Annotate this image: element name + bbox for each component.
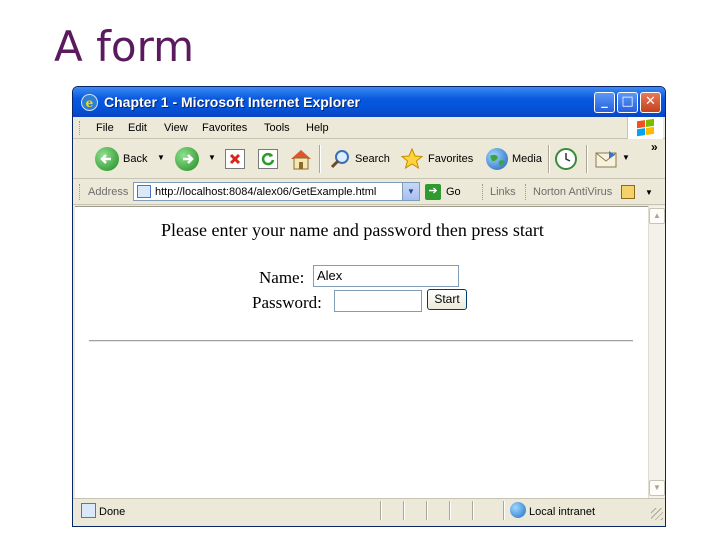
address-url[interactable]: http://localhost:8084/alex06/GetExample.…: [155, 186, 376, 198]
forward-button[interactable]: [175, 146, 199, 172]
go-label: Go: [446, 186, 461, 198]
stop-icon: [225, 149, 245, 169]
password-input[interactable]: [334, 290, 422, 312]
status-text: Done: [99, 506, 126, 518]
scroll-up-button[interactable]: ▲: [649, 208, 665, 224]
menu-edit[interactable]: Edit: [128, 122, 147, 134]
windows-logo-icon: [627, 117, 663, 139]
name-label: Name:: [259, 268, 305, 287]
norton-antivirus-button[interactable]: Norton AntiVirus: [533, 186, 612, 198]
status-bar: Done Local intranet: [73, 498, 665, 522]
toolbar-separator: [319, 145, 321, 173]
resize-grip[interactable]: [651, 508, 663, 520]
address-bar: Address http://localhost:8084/alex06/Get…: [73, 179, 665, 205]
mail-button[interactable]: [595, 146, 619, 172]
stop-button[interactable]: [225, 146, 245, 172]
password-label: Password:: [252, 293, 322, 312]
menu-favorites[interactable]: Favorites: [202, 122, 247, 134]
toolbar-grip[interactable]: [525, 184, 528, 200]
mail-dropdown-icon[interactable]: ▼: [622, 153, 630, 162]
home-icon: [289, 148, 313, 170]
toolbar-grip[interactable]: [79, 121, 82, 135]
toolbar-separator: [586, 145, 588, 173]
favorites-button[interactable]: Favorites: [400, 146, 473, 172]
status-divider: [503, 501, 505, 520]
status-divider: [472, 501, 474, 520]
search-label: Search: [355, 153, 390, 165]
back-button[interactable]: Back: [95, 146, 147, 172]
links-button[interactable]: Links: [490, 186, 516, 198]
back-dropdown-icon[interactable]: ▼: [157, 153, 165, 162]
search-button[interactable]: Search: [329, 146, 390, 172]
security-zone-text: Local intranet: [529, 506, 596, 518]
search-icon: [329, 148, 351, 170]
media-button[interactable]: Media: [486, 146, 542, 172]
refresh-button[interactable]: [258, 146, 278, 172]
horizontal-rule: [89, 340, 633, 342]
mail-envelope-icon: [595, 149, 619, 169]
address-label: Address: [88, 186, 129, 198]
name-input[interactable]: Alex: [313, 265, 459, 287]
status-divider: [403, 501, 405, 520]
status-divider: [380, 501, 382, 520]
menu-help[interactable]: Help: [306, 122, 329, 134]
media-label: Media: [512, 153, 542, 165]
slide-title: A form: [54, 22, 195, 71]
norton-icon[interactable]: [621, 185, 635, 199]
start-button[interactable]: Start: [427, 289, 467, 310]
standard-toolbar: Back ▼ ▼ Search Favorites Media ▼ »: [73, 139, 665, 179]
menu-bar: File Edit View Favorites Tools Help: [73, 117, 665, 139]
menu-file[interactable]: File: [96, 122, 114, 134]
refresh-icon: [258, 149, 278, 169]
internet-explorer-icon[interactable]: e: [81, 94, 98, 111]
toolbar-grip[interactable]: [79, 184, 82, 200]
address-dropdown-button[interactable]: ▼: [402, 183, 419, 200]
status-divider: [426, 501, 428, 520]
back-arrow-icon: [95, 147, 119, 171]
toolbar-separator: [548, 145, 550, 173]
address-input[interactable]: http://localhost:8084/alex06/GetExample.…: [133, 182, 420, 201]
menu-view[interactable]: View: [164, 122, 188, 134]
favorites-label: Favorites: [428, 153, 474, 165]
forward-dropdown-icon[interactable]: ▼: [208, 153, 216, 162]
maximize-button[interactable]: □: [617, 92, 638, 113]
go-button[interactable]: ➔ Go: [425, 184, 461, 200]
status-divider: [449, 501, 451, 520]
form-instructions: Please enter your name and password then…: [161, 220, 544, 240]
toolbar-grip[interactable]: [482, 184, 485, 200]
media-globe-icon: [486, 148, 508, 170]
close-button[interactable]: ✕: [640, 92, 661, 113]
browser-window: e Chapter 1 - Microsoft Internet Explore…: [72, 86, 666, 527]
back-label: Back: [123, 153, 148, 165]
intranet-globe-icon: [510, 502, 526, 518]
scroll-down-button[interactable]: ▼: [649, 480, 665, 496]
go-arrow-icon: ➔: [425, 184, 441, 200]
menu-tools[interactable]: Tools: [264, 122, 290, 134]
page-done-icon: [81, 503, 96, 518]
title-bar[interactable]: e Chapter 1 - Microsoft Internet Explore…: [73, 87, 665, 117]
forward-arrow-icon: [175, 147, 199, 171]
page-content: Please enter your name and password then…: [75, 206, 648, 498]
toolbar-overflow-chevron[interactable]: »: [651, 140, 658, 154]
favorites-star-icon: [400, 147, 424, 171]
history-clock-icon: [555, 148, 577, 170]
window-title: Chapter 1 - Microsoft Internet Explorer: [104, 94, 360, 110]
norton-dropdown-icon[interactable]: ▼: [645, 188, 653, 197]
home-button[interactable]: [289, 146, 313, 172]
page-icon: [137, 185, 151, 198]
history-button[interactable]: [555, 146, 577, 172]
vertical-scrollbar[interactable]: ▲ ▼: [648, 206, 665, 498]
minimize-button[interactable]: _: [594, 92, 615, 113]
